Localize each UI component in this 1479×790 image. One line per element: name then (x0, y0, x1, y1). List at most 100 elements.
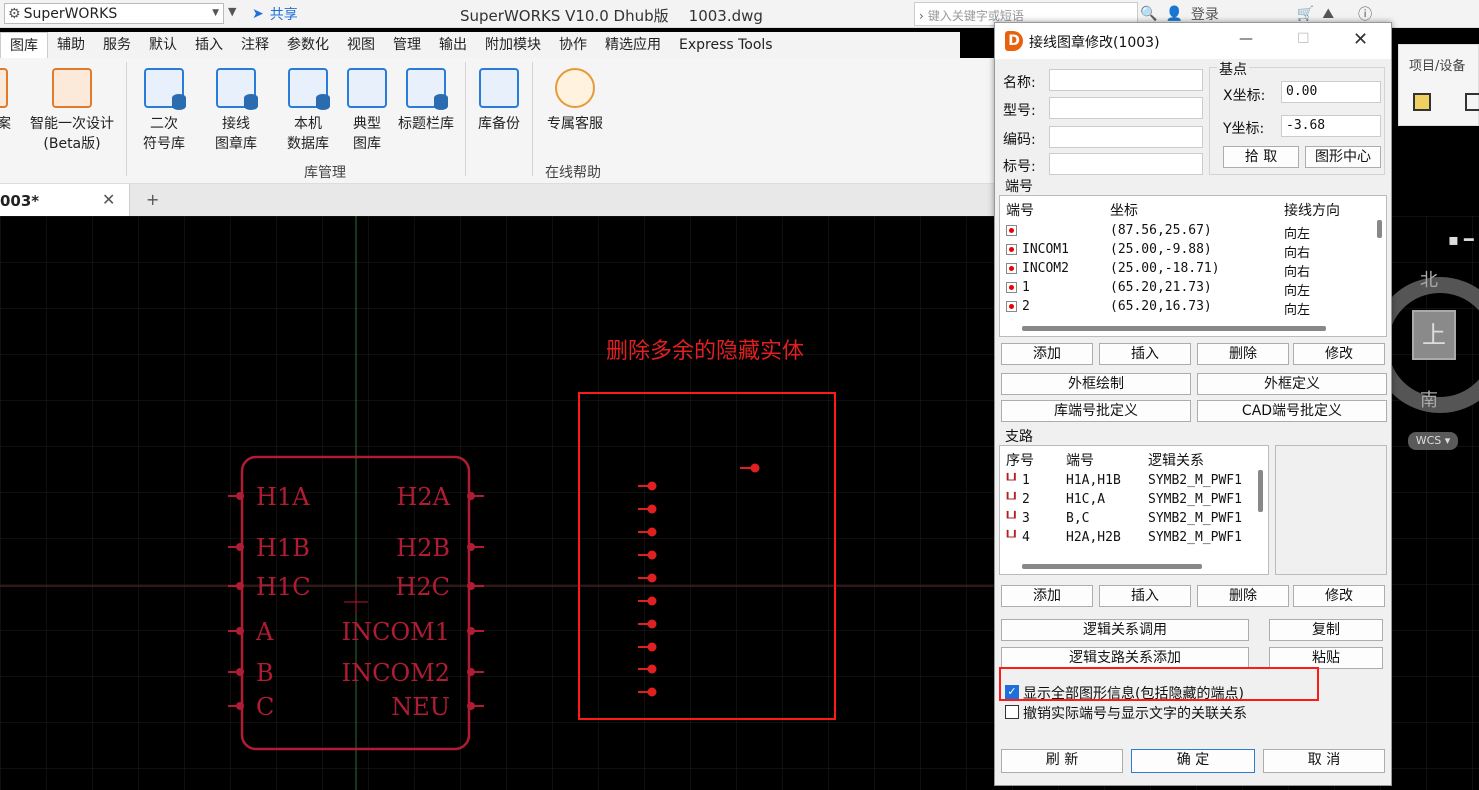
x-coord-field[interactable]: 0.00 (1281, 81, 1381, 103)
menu-tab[interactable]: 注释 (232, 32, 278, 58)
maximize-icon[interactable]: ☐ (1297, 31, 1310, 47)
hidden-pin-dot[interactable] (647, 550, 657, 560)
compass-north[interactable]: 北 (1420, 266, 1438, 292)
hidden-pin-dot[interactable] (647, 619, 657, 629)
branch-insert-button[interactable]: 插入 (1099, 585, 1191, 607)
branch-add-button[interactable]: 添加 (1001, 585, 1093, 607)
menu-tab[interactable]: 服务 (94, 32, 140, 58)
app-selector[interactable]: ⚙ SuperWORKS ▼ (4, 3, 224, 24)
ribbon-button-wiring-stamp-lib[interactable]: 接线 图章库 (208, 68, 264, 154)
pin-dot[interactable] (467, 627, 475, 635)
hidden-pin-dot[interactable] (647, 664, 657, 674)
branch-row[interactable]: ┖┚ 2 H1C,A SYMB2_M_PWF1 (1000, 491, 1268, 510)
hidden-pin-dot[interactable] (647, 687, 657, 697)
login-link[interactable]: 登录 (1191, 4, 1219, 24)
user-icon[interactable]: 👤 (1165, 6, 1182, 22)
close-icon[interactable]: ✕ (102, 190, 115, 209)
hidden-pin-dot[interactable] (647, 573, 657, 583)
search-icon[interactable]: 🔍 (1140, 6, 1157, 22)
terminal-row[interactable]: (87.56,25.67) 向左 (1000, 222, 1386, 242)
ribbon-button-lib-backup[interactable]: 库备份 (472, 68, 526, 134)
menu-tab[interactable]: 附加模块 (476, 32, 550, 58)
terminal-row[interactable]: INCOM1 (25.00,-9.88) 向右 (1000, 241, 1386, 261)
frame-draw-button[interactable]: 外框绘制 (1001, 373, 1191, 395)
model-field[interactable] (1049, 97, 1203, 119)
code-field[interactable] (1049, 126, 1203, 148)
view-cube[interactable]: ▪ ━ 北 上 南 WCS ▾ (1390, 230, 1479, 470)
ribbon-button-typical-lib[interactable]: 典型 图库 (344, 68, 390, 154)
logic-branch-add-button[interactable]: 逻辑支路关系添加 (1001, 647, 1249, 669)
menu-tab[interactable]: 默认 (140, 32, 186, 58)
close-icon[interactable]: ✕ (1353, 29, 1368, 50)
refresh-button[interactable]: 刷 新 (1001, 749, 1123, 773)
pin-dot[interactable] (236, 582, 244, 590)
terminal-row[interactable]: 1 (65.20,21.73) 向左 (1000, 279, 1386, 299)
branches-list[interactable]: 序号 端号 逻辑关系 ┖┚ 1 H1A,H1B SYMB2_M_PWF1 ┖┚ 2 H1C,… (999, 445, 1269, 575)
pin-dot[interactable] (236, 668, 244, 676)
scrollbar[interactable] (1022, 564, 1202, 569)
cart-icon[interactable]: 🛒 (1297, 6, 1314, 22)
lib-terminal-batch-button[interactable]: 库端号批定义 (1001, 400, 1191, 422)
ribbon-button-support[interactable]: 专属客服 (540, 68, 610, 134)
ribbon-button-local-db[interactable]: 本机 数据库 (280, 68, 336, 154)
menu-tab[interactable]: 视图 (338, 32, 384, 58)
hidden-pin-dot[interactable] (647, 527, 657, 537)
branch-row[interactable]: ┖┚ 3 B,C SYMB2_M_PWF1 (1000, 510, 1268, 529)
pin-dot[interactable] (467, 668, 475, 676)
pin-dot[interactable] (467, 492, 475, 500)
tag-field[interactable] (1049, 153, 1203, 175)
unlink-checkbox[interactable] (1005, 705, 1019, 719)
paste-button[interactable]: 粘贴 (1269, 647, 1383, 669)
scrollbar[interactable] (1022, 326, 1326, 331)
ribbon-button-smart-design[interactable]: 智能一次设计 (Beta版) (26, 68, 118, 154)
branch-row[interactable]: ┖┚ 4 H2A,H2B SYMB2_M_PWF1 (1000, 529, 1268, 548)
quick-access-dropdown[interactable]: ▼ (228, 5, 236, 18)
plus-icon[interactable]: + (146, 190, 159, 209)
scrollbar[interactable] (1377, 220, 1382, 238)
pin-dot[interactable] (467, 543, 475, 551)
hidden-pin-dot[interactable] (647, 481, 657, 491)
ribbon-button-title-block-lib[interactable]: 标题栏库 (394, 68, 458, 134)
unlink-label[interactable]: 撤销实际端号与显示文字的关联关系 (1023, 703, 1247, 723)
terminal-delete-button[interactable]: 删除 (1197, 343, 1289, 365)
minimize-icon[interactable]: ▪ ━ (1448, 230, 1474, 249)
hidden-pin-dot[interactable] (750, 463, 760, 473)
menu-tab[interactable]: 图库 (0, 32, 48, 58)
pin-dot[interactable] (467, 702, 475, 710)
menu-tab[interactable]: 管理 (384, 32, 430, 58)
terminal-insert-button[interactable]: 插入 (1099, 343, 1191, 365)
frame-define-button[interactable]: 外框定义 (1197, 373, 1387, 395)
pin-dot[interactable] (236, 543, 244, 551)
ribbon-button-secondary-symbol-lib[interactable]: 二次 符号库 (136, 68, 192, 154)
pin-dot[interactable] (236, 492, 244, 500)
cancel-button[interactable]: 取 消 (1263, 749, 1385, 773)
pick-button[interactable]: 拾 取 (1223, 146, 1299, 168)
hidden-pin-dot[interactable] (647, 596, 657, 606)
branch-row[interactable]: ┖┚ 1 H1A,H1B SYMB2_M_PWF1 (1000, 472, 1268, 491)
branch-delete-button[interactable]: 删除 (1197, 585, 1289, 607)
help-icon[interactable]: ⓘ (1358, 4, 1372, 24)
minimize-icon[interactable]: — (1239, 31, 1253, 47)
hidden-pin-dot[interactable] (647, 642, 657, 652)
terminals-list[interactable]: 端号 坐标 接线方向 (87.56,25.67) 向左 INCOM1 (25.00,-… (999, 195, 1387, 337)
terminal-row[interactable]: INCOM2 (25.00,-18.71) 向右 (1000, 260, 1386, 280)
pin-dot[interactable] (236, 702, 244, 710)
menu-tab[interactable]: 辅助 (48, 32, 94, 58)
wcs-menu[interactable]: WCS ▾ (1408, 432, 1458, 450)
menu-tab[interactable]: 参数化 (278, 32, 338, 58)
ok-button[interactable]: 确 定 (1131, 749, 1255, 773)
scrollbar[interactable] (1258, 470, 1263, 512)
cube-top-face[interactable]: 上 (1412, 310, 1456, 360)
hidden-pin-dot[interactable] (647, 504, 657, 514)
terminal-add-button[interactable]: 添加 (1001, 343, 1093, 365)
menu-tab[interactable]: 协作 (550, 32, 596, 58)
compass-south[interactable]: 南 (1420, 386, 1438, 412)
panel-tool-icon[interactable] (1413, 93, 1431, 111)
app-store-icon[interactable]: ⛰ (1322, 6, 1334, 22)
menu-tab[interactable]: Express Tools (670, 32, 782, 58)
menu-tab[interactable]: 输出 (430, 32, 476, 58)
branch-modify-button[interactable]: 修改 (1293, 585, 1385, 607)
logic-call-button[interactable]: 逻辑关系调用 (1001, 619, 1249, 641)
cad-terminal-batch-button[interactable]: CAD端号批定义 (1197, 400, 1387, 422)
pin-dot[interactable] (467, 582, 475, 590)
